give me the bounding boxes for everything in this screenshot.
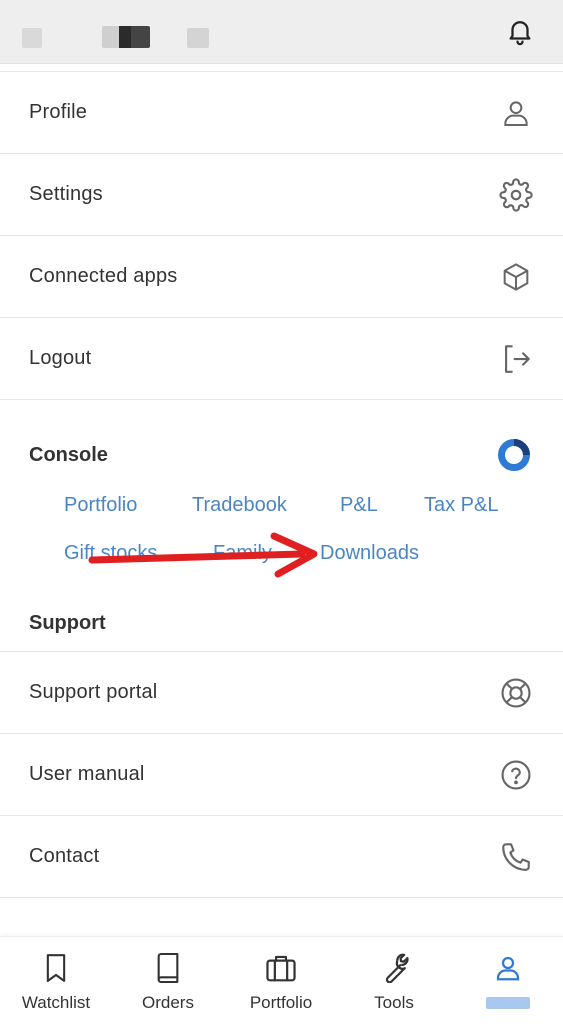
nav-watchlist[interactable]: Watchlist: [14, 937, 98, 1024]
support-title: Support: [29, 612, 106, 634]
menu-item-connected-apps[interactable]: Connected apps: [0, 236, 563, 318]
menu-item-label: Logout: [29, 347, 92, 369]
redacted-block: [486, 997, 530, 1009]
menu-item-logout[interactable]: Logout: [0, 318, 563, 400]
nav-label: Orders: [142, 993, 194, 1012]
person-icon: [498, 95, 534, 131]
phone-icon: [498, 839, 534, 875]
book-icon: [152, 951, 184, 985]
menu-item-label: Settings: [29, 183, 103, 205]
cube-icon: [498, 259, 534, 295]
menu-item-user-manual[interactable]: User manual: [0, 734, 563, 816]
annotation-arrow: [88, 532, 318, 578]
console-logo-icon[interactable]: [497, 438, 531, 472]
briefcase-icon: [265, 951, 297, 985]
console-link-tax-pnl[interactable]: Tax P&L: [424, 494, 498, 517]
bottom-nav: Watchlist Orders Portfolio Tools: [0, 936, 563, 1024]
console-link-downloads[interactable]: Downloads: [320, 542, 419, 565]
person-icon: [492, 951, 524, 985]
menu-item-support-portal[interactable]: Support portal: [0, 652, 563, 734]
nav-account[interactable]: [466, 937, 550, 1024]
nav-orders[interactable]: Orders: [126, 937, 210, 1024]
redacted-block: [102, 26, 150, 48]
menu-item-label: Support portal: [29, 681, 158, 703]
nav-tools[interactable]: Tools: [352, 937, 436, 1024]
logout-icon: [498, 341, 534, 377]
console-link-portfolio[interactable]: Portfolio: [64, 494, 137, 517]
nav-label: Tools: [374, 993, 414, 1012]
console-link-pnl[interactable]: P&L: [340, 494, 378, 517]
console-title: Console: [29, 444, 108, 466]
menu-item-label: User manual: [29, 763, 145, 785]
menu-item-label: Connected apps: [29, 265, 178, 287]
menu-item-label: Profile: [29, 101, 88, 123]
nav-portfolio[interactable]: Portfolio: [238, 937, 324, 1024]
redacted-block: [22, 28, 42, 48]
wrench-icon: [378, 951, 410, 985]
menu-item-label: Contact: [29, 845, 100, 867]
nav-label: Watchlist: [21, 993, 91, 1012]
menu-item-profile[interactable]: Profile: [0, 72, 563, 154]
menu-item-settings[interactable]: Settings: [0, 154, 563, 236]
bell-icon[interactable]: [505, 16, 535, 46]
menu-item-contact[interactable]: Contact: [0, 816, 563, 898]
console-link-tradebook[interactable]: Tradebook: [192, 494, 287, 517]
account-page: Profile Settings Connected apps Logout C…: [0, 0, 563, 1024]
gear-icon: [498, 177, 534, 213]
question-icon: [498, 757, 534, 793]
bookmark-icon: [40, 951, 72, 985]
redacted-block: [187, 28, 209, 48]
lifebuoy-icon: [498, 675, 534, 711]
top-bar: [0, 0, 563, 64]
nav-label: Portfolio: [249, 993, 313, 1012]
